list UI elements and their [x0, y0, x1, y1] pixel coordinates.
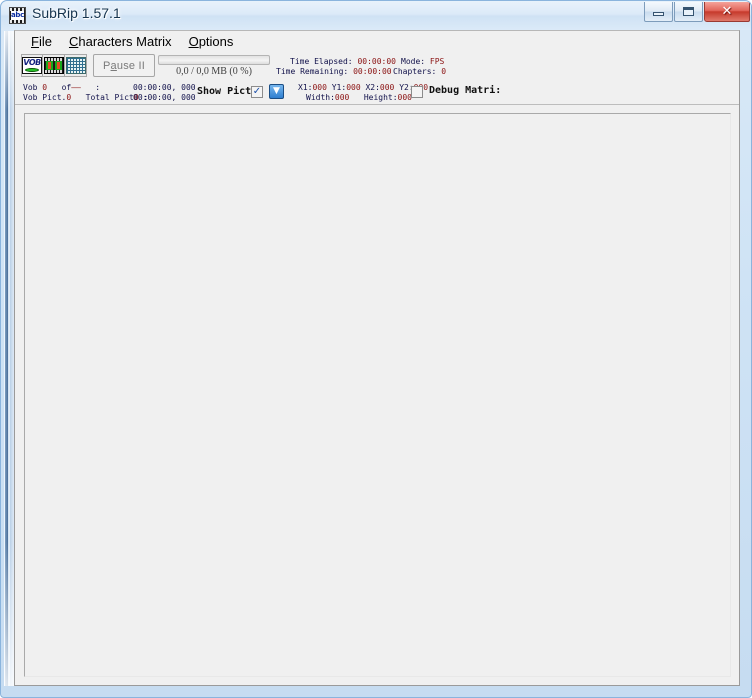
window-controls: ✕: [644, 2, 750, 24]
vob-value: 0: [42, 83, 48, 92]
height-value: 000: [397, 93, 412, 102]
mode-stat: Mode: FPS: [401, 57, 444, 67]
chapters-label: Chapters:: [393, 67, 437, 76]
progress-bar-track: [158, 55, 270, 65]
vob-of-value: ——: [71, 83, 81, 92]
client-area: File Characters Matrix Options VOB Pause…: [14, 30, 740, 686]
vob-label: Vob: [23, 83, 38, 92]
width-value: 000: [334, 93, 350, 102]
debug-matrix-label: Debug Matri:: [429, 85, 502, 96]
checkmark-icon: ✓: [252, 86, 262, 97]
vob-icon-disc: [25, 68, 39, 72]
selection-coordinates-top: X1:000 Y1:000 X2:000 Y2:000: [298, 83, 428, 93]
x2-value: 000: [379, 83, 395, 92]
open-vob-button[interactable]: VOB: [21, 54, 43, 77]
download-progress: 0,0 / 0,0 MB (0 %): [158, 55, 270, 77]
height-label: Height:: [363, 93, 398, 102]
chevron-down-icon: ▼: [273, 86, 280, 96]
vob-icon: VOB: [22, 57, 42, 74]
minimize-button[interactable]: [644, 2, 673, 22]
vob-pict-label: Vob Pict.: [23, 93, 67, 102]
x1-label: X1:: [298, 83, 313, 92]
timecode-start: 00:00:00, 000: [133, 83, 196, 93]
pause-icon: II: [138, 59, 145, 72]
time-elapsed-stat: Time Elapsed: 00:00:00: [290, 57, 396, 67]
film-strip-icon: [43, 57, 64, 74]
subtitle-preview-canvas[interactable]: [24, 113, 731, 677]
vob-colon: :: [95, 83, 101, 92]
vob-of-label: of: [61, 83, 72, 92]
menu-bar: File Characters Matrix Options: [15, 31, 739, 52]
window-left-glass-highlight: [4, 31, 14, 686]
debug-matrix-checkbox[interactable]: [411, 86, 423, 98]
title-bar[interactable]: abc SubRip 1.57.1 ✕: [1, 1, 751, 30]
vob-pict-value: 0: [66, 93, 72, 102]
vob-counter: Vob 0 of—— :: [23, 83, 100, 93]
pause-button-label: Pause: [103, 59, 136, 72]
menu-item-file[interactable]: File: [23, 32, 61, 51]
film-figure-2: [56, 62, 60, 69]
maximize-button[interactable]: [674, 2, 703, 22]
app-icon-abc-label: abc: [11, 11, 24, 20]
show-picture-label: Show Pict.: [197, 86, 258, 97]
x2-label: X2:: [365, 83, 380, 92]
width-label: Width:: [306, 93, 335, 102]
time-elapsed-label: Time Elapsed:: [290, 57, 353, 66]
time-elapsed-value: 00:00:00: [357, 57, 396, 66]
y1-value: 000: [346, 83, 361, 92]
time-remaining-label: Time Remaining:: [276, 67, 349, 76]
timecode-end-value: 00:00:00, 000: [133, 93, 196, 102]
toolbar: VOB Pause II 0,0 / 0,0 MB (0 %) Time Ela…: [15, 52, 739, 81]
close-button[interactable]: ✕: [704, 2, 750, 22]
application-window: abc SubRip 1.57.1 ✕ File Characters Matr…: [0, 0, 752, 698]
time-remaining-value: 00:00:00: [353, 67, 392, 76]
menu-item-characters-matrix[interactable]: Characters Matrix: [61, 32, 181, 51]
x1-value: 000: [312, 83, 327, 92]
open-film-button[interactable]: [43, 54, 65, 77]
menu-item-file-label: ile: [38, 34, 52, 49]
total-pict-label: Total Pict: [85, 93, 134, 102]
chapters-stat: Chapters: 0: [393, 67, 446, 77]
app-icon[interactable]: abc: [9, 7, 26, 24]
film-figure-1: [47, 62, 51, 69]
menu-item-options-label: ptions: [198, 34, 234, 49]
picture-dropdown-button[interactable]: ▼: [269, 84, 284, 99]
maximize-icon: [683, 7, 694, 16]
progress-label: 0,0 / 0,0 MB (0 %): [176, 66, 252, 77]
timecode-end: 00:00:00, 000: [133, 93, 196, 103]
toolbar-button-group: VOB: [21, 54, 87, 77]
vob-picture-counter: Vob Pict.0 Total Pict0 :: [23, 93, 148, 103]
y1-label: Y1:: [331, 83, 347, 92]
time-remaining-stat: Time Remaining: 00:00:00: [276, 67, 392, 77]
chapters-value: 0: [441, 67, 447, 76]
window-title: SubRip 1.57.1: [32, 5, 121, 21]
mode-value: FPS: [429, 57, 445, 66]
timecode-start-value: 00:00:00, 000: [133, 83, 196, 92]
selection-size: Width:000 Height:000: [306, 93, 412, 103]
show-picture-checkbox[interactable]: ✓: [251, 86, 263, 98]
minimize-icon: [653, 12, 664, 16]
vob-icon-label: VOB: [23, 58, 41, 67]
characters-matrix-button[interactable]: [65, 54, 87, 77]
menu-item-options[interactable]: Options: [181, 32, 243, 51]
status-bar: Vob 0 of—— : Vob Pict.0 Total Pict 0 : 00…: [15, 80, 739, 105]
app-icon-perforation-bottom: [10, 20, 25, 23]
film-perforation-bottom: [44, 70, 63, 73]
menu-item-characters-matrix-label: haracters Matrix: [78, 34, 172, 49]
matrix-grid-icon: [65, 57, 86, 74]
pause-button[interactable]: Pause II: [93, 54, 155, 77]
close-icon: ✕: [721, 4, 733, 19]
mode-label: Mode:: [401, 57, 426, 66]
